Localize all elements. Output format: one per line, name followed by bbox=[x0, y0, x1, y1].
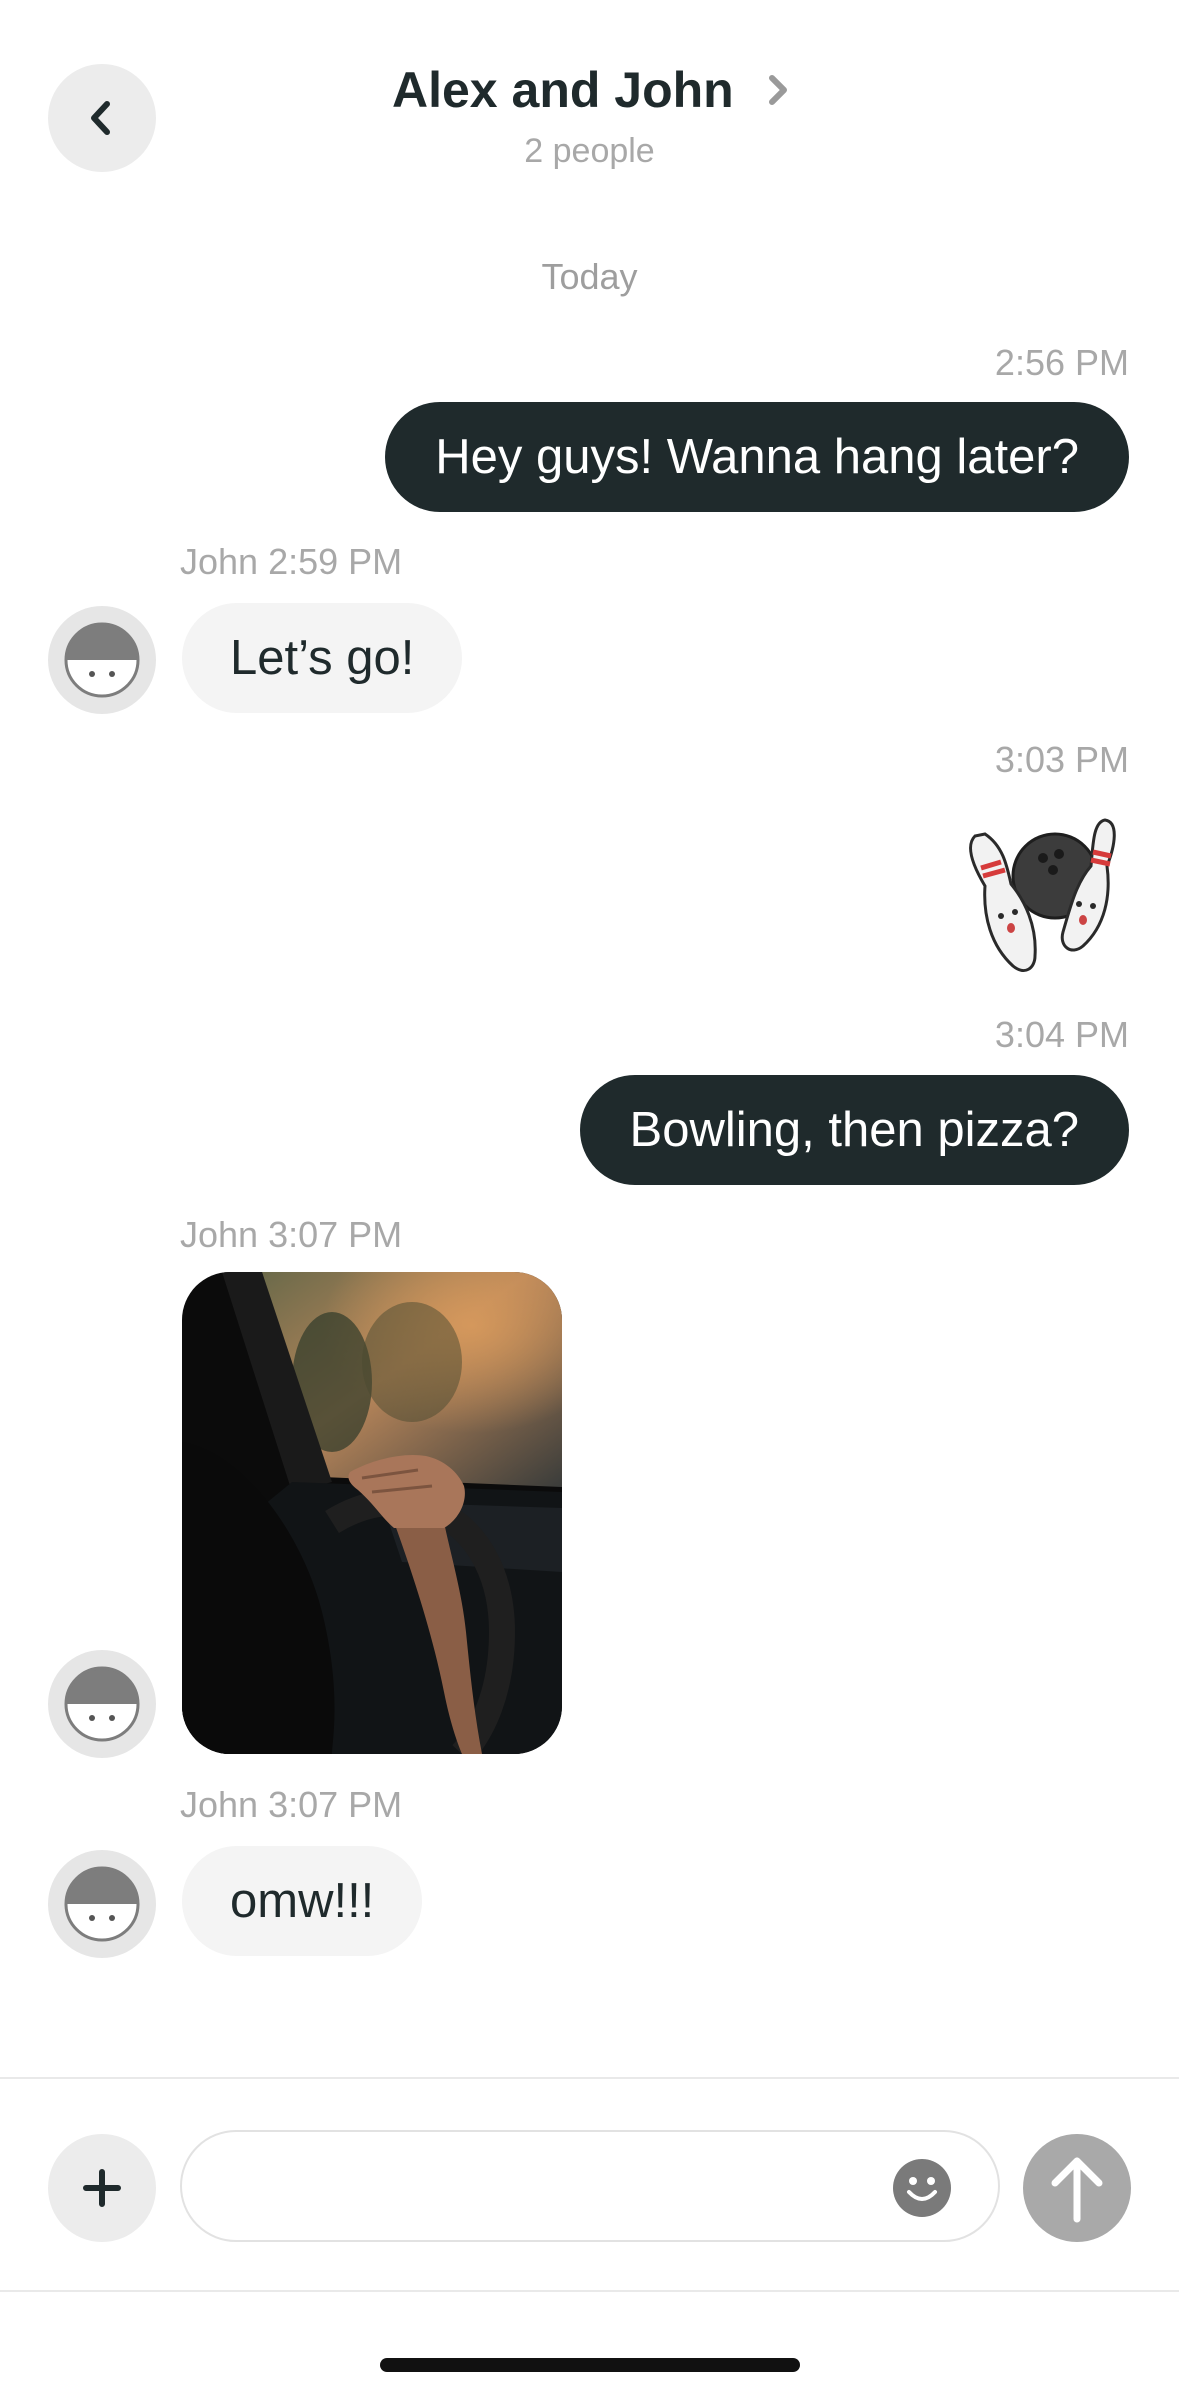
plus-icon bbox=[83, 2169, 121, 2207]
outgoing-message-bubble[interactable]: Bowling, then pizza? bbox=[579, 1075, 1129, 1185]
emoji-button[interactable] bbox=[892, 2158, 952, 2218]
outgoing-message-bubble[interactable]: Hey guys! Wanna hang later? bbox=[385, 402, 1129, 512]
bottom-divider bbox=[0, 2290, 1179, 2292]
avatar[interactable] bbox=[48, 1850, 156, 1958]
avatar[interactable] bbox=[48, 1650, 156, 1758]
incoming-message-bubble[interactable]: omw!!! bbox=[182, 1846, 423, 1956]
arrow-up-icon bbox=[1051, 2157, 1103, 2223]
conversation-title-button[interactable]: Alex and John bbox=[392, 58, 792, 122]
avatar-face-icon bbox=[64, 1866, 140, 1942]
chevron-right-icon bbox=[768, 75, 787, 105]
avatar[interactable] bbox=[48, 606, 156, 714]
home-indicator[interactable] bbox=[380, 2358, 800, 2372]
day-separator: Today bbox=[541, 256, 638, 297]
conversation-title: Alex and John bbox=[392, 62, 734, 118]
message-sender-timestamp: John 2:59 PM bbox=[180, 541, 403, 582]
avatar-face-icon bbox=[64, 622, 140, 698]
message-sender-timestamp: John 3:07 PM bbox=[180, 1214, 403, 1255]
message-timestamp: 2:56 PM bbox=[994, 342, 1129, 383]
message-timestamp: 3:03 PM bbox=[994, 739, 1129, 780]
composer-divider bbox=[0, 2077, 1179, 2079]
send-button[interactable] bbox=[1023, 2134, 1131, 2242]
smiley-icon bbox=[893, 2159, 951, 2217]
avatar-face-icon bbox=[64, 1666, 140, 1742]
bowling-sticker[interactable] bbox=[955, 806, 1133, 986]
participant-count: 2 people bbox=[524, 132, 655, 170]
message-input[interactable] bbox=[222, 2132, 846, 2242]
driving-photo[interactable] bbox=[182, 1272, 562, 1754]
message-input-container[interactable] bbox=[180, 2130, 1000, 2242]
message-sender-timestamp: John 3:07 PM bbox=[180, 1784, 403, 1825]
add-attachment-button[interactable] bbox=[48, 2134, 156, 2242]
incoming-message-bubble[interactable]: Let’s go! bbox=[182, 603, 463, 713]
message-timestamp: 3:04 PM bbox=[994, 1014, 1129, 1055]
